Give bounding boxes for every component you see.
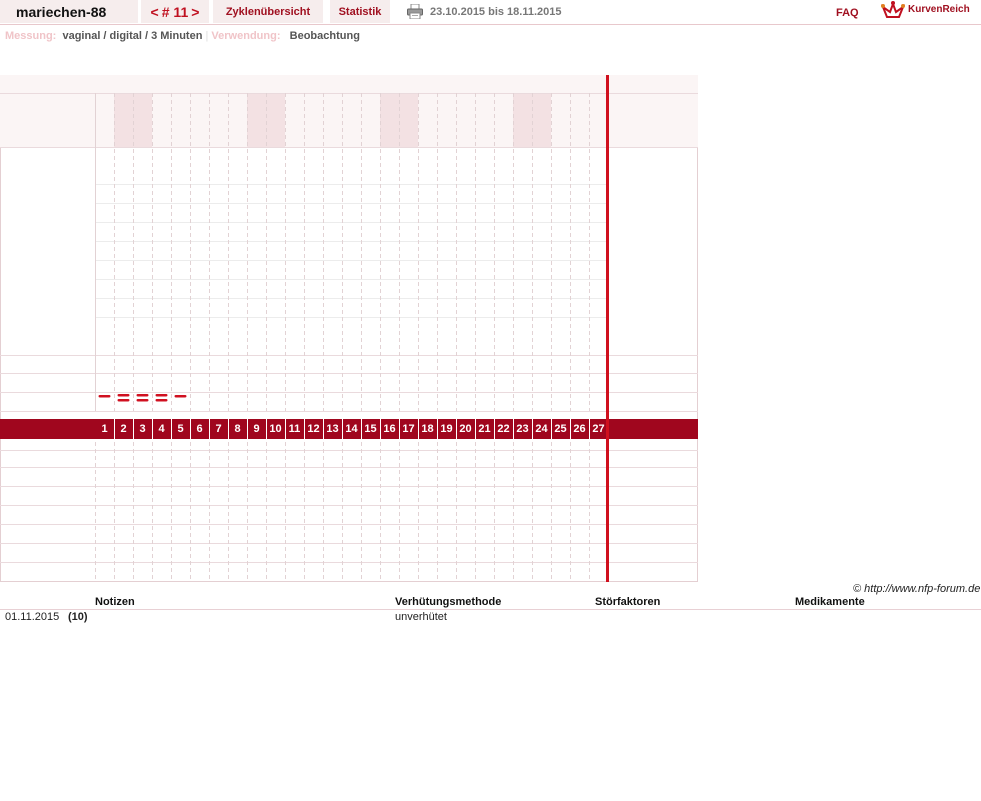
cycle-day-number[interactable]: 1 <box>95 420 114 438</box>
notes-column-header: Notizen <box>95 596 135 608</box>
cycle-chart-overlay: 1 2 3 4 5 6 7 8 9 10 11 12 13 14 15 16 17 18 19 20 21 22 23 24 2… <box>0 75 698 582</box>
tab-statistics[interactable]: Statistik <box>330 0 390 23</box>
cycle-day-number[interactable]: 7 <box>209 420 228 438</box>
cycle-day-number[interactable]: 18 <box>418 420 437 438</box>
cycle-day-number[interactable]: 5 <box>171 420 190 438</box>
cycle-day-number[interactable]: 27 <box>589 420 608 438</box>
username: mariechen-88 <box>16 4 107 20</box>
cycle-prev-button[interactable]: < <box>151 4 159 20</box>
brand-name[interactable]: KurvenReich <box>908 4 970 15</box>
tab-cycle-overview-label: Zyklenübersicht <box>225 6 311 18</box>
cycle-day-number[interactable]: 13 <box>323 420 342 438</box>
date-range: 23.10.2015 bis 18.11.2015 <box>430 6 562 18</box>
cycle-navigator: < # 11 > <box>141 0 209 23</box>
copyright-notice: © http://www.nfp-forum.de <box>853 583 981 595</box>
cycle-day-number[interactable]: 6 <box>190 420 209 438</box>
cycle-day-number[interactable]: 4 <box>152 420 171 438</box>
cycle-day-number[interactable]: 3 <box>133 420 152 438</box>
cycle-number: # 11 <box>161 4 189 20</box>
cycle-day-number[interactable]: 17 <box>399 420 418 438</box>
note-method: unverhütet <box>395 611 447 623</box>
measurement-value: vaginal / digital / 3 Minuten <box>62 30 203 42</box>
top-nav-bar: mariechen-88 < # 11 > Zyklenübersicht St… <box>0 0 981 25</box>
printer-icon[interactable] <box>407 4 423 19</box>
cycle-day-number[interactable]: 25 <box>551 420 570 438</box>
disturbance-column-header: Störfaktoren <box>595 596 661 608</box>
cycle-day-number[interactable]: 8 <box>228 420 247 438</box>
cycle-day-number[interactable]: 2 <box>114 420 133 438</box>
faq-link[interactable]: FAQ <box>836 7 859 19</box>
method-column-header: Verhütungsmethode <box>395 596 502 608</box>
cycle-day-number[interactable]: 23 <box>513 420 532 438</box>
measurement-info: Messung: vaginal / digital / 3 Minuten |… <box>5 30 360 42</box>
medication-column-header: Medikamente <box>795 596 865 608</box>
cycle-day-number[interactable]: 12 <box>304 420 323 438</box>
cycle-day-number[interactable]: 26 <box>570 420 589 438</box>
cycle-day-number[interactable]: 21 <box>475 420 494 438</box>
measurement-label: Messung: <box>5 30 57 42</box>
usage-value: Beobachtung <box>289 30 360 42</box>
cycle-day-number[interactable]: 19 <box>437 420 456 438</box>
table-divider <box>0 609 981 610</box>
cycle-next-button[interactable]: > <box>191 4 199 20</box>
cycle-day-number[interactable]: 24 <box>532 420 551 438</box>
cycle-day-number[interactable]: 20 <box>456 420 475 438</box>
tab-statistics-label: Statistik <box>338 6 382 18</box>
cycle-day-number[interactable]: 11 <box>285 420 304 438</box>
cycle-day-number[interactable]: 16 <box>380 420 399 438</box>
info-separator: | <box>205 30 209 42</box>
cycle-day-number[interactable]: 14 <box>342 420 361 438</box>
note-cycle-day: (10) <box>68 611 88 623</box>
kurvenreich-logo-icon[interactable] <box>881 1 905 21</box>
usage-label: Verwendung: <box>211 30 281 42</box>
cycle-day-number[interactable]: 10 <box>266 420 285 438</box>
username-tab[interactable]: mariechen-88 <box>0 0 138 23</box>
cycle-day-number[interactable]: 15 <box>361 420 380 438</box>
note-date: 01.11.2015 <box>5 611 60 623</box>
cycle-day-number[interactable]: 9 <box>247 420 266 438</box>
cycle-chart: 1 2 3 4 5 6 7 8 9 10 11 12 13 14 15 16 17 18 19 20 21 22 23 24 2… <box>0 75 698 582</box>
cycle-day-number[interactable]: 22 <box>494 420 513 438</box>
tab-cycle-overview[interactable]: Zyklenübersicht <box>213 0 323 23</box>
